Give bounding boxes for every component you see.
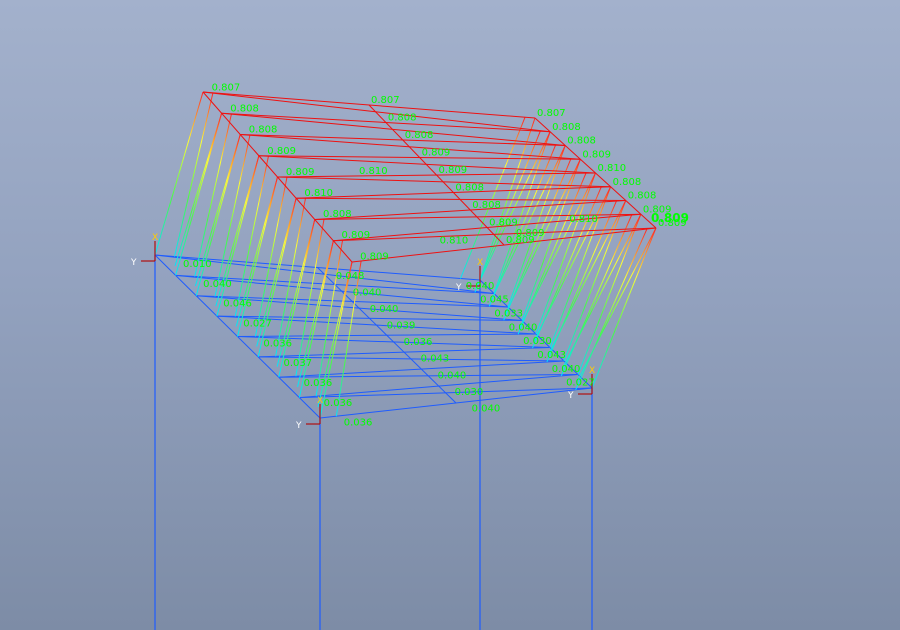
deformed-displacement-label: 0.807 <box>371 95 400 106</box>
undeformed-member-mid-member <box>386 334 405 353</box>
undeformed-displacement-label: 0.037 <box>283 358 312 369</box>
deformed-displacement-label: 0.809 <box>582 149 611 160</box>
undeformed-displacement-label: 0.040 <box>552 364 581 375</box>
deformed-displacement-label: 0.808 <box>405 130 434 141</box>
axis-x-label: X <box>152 233 158 243</box>
axis-x-label: X <box>317 396 323 406</box>
deformed-displacement-label: 0.809 <box>439 165 468 176</box>
deformed-displacement-label: 0.807 <box>537 108 566 119</box>
deformed-member-brace <box>277 176 611 188</box>
undeformed-displacement-label: 0.036 <box>324 398 353 409</box>
deformed-displacement-label: 0.809 <box>422 148 451 159</box>
deformed-displacement-label: 0.808 <box>628 191 657 202</box>
undeformed-member-mid-member <box>438 385 457 404</box>
deformation-link <box>174 92 214 257</box>
undeformed-member-mid-member <box>403 351 422 370</box>
deformation-link <box>533 186 612 342</box>
deformed-member-mid-member <box>419 157 437 176</box>
undeformed-member-mid-member <box>369 317 388 336</box>
undeformed-displacement-label: 0.036 <box>344 418 373 429</box>
deformed-displacement-label: 0.808 <box>249 125 278 136</box>
undeformed-displacement-label: 0.040 <box>203 279 232 290</box>
support-1: XY <box>130 233 158 268</box>
axis-y-label: Y <box>455 283 462 293</box>
deformed-member-mid-member <box>368 104 387 123</box>
deformed-displacement-label: 0.810 <box>304 188 333 199</box>
undeformed-displacement-label: 0.040 <box>438 370 467 381</box>
deformed-displacement-label: 0.808 <box>552 122 581 133</box>
axis-x-label: X <box>589 366 595 376</box>
deformation-link <box>591 227 657 389</box>
support-4: XY <box>295 396 323 431</box>
max-displacement-label: 0.809 <box>651 211 689 225</box>
undeformed-displacement-label: 0.030 <box>523 336 552 347</box>
deformed-displacement-label: 0.809 <box>267 146 296 157</box>
axis-x-label: X <box>477 258 483 268</box>
deformed-displacement-label: 0.809 <box>342 230 371 241</box>
axis-y-label: Y <box>567 391 574 401</box>
deformed-displacement-label: 0.808 <box>230 104 259 115</box>
deformation-link <box>154 91 204 256</box>
undeformed-displacement-label: 0.030 <box>455 387 484 398</box>
undeformed-displacement-label: 0.045 <box>480 295 509 306</box>
deformation-link <box>194 113 232 277</box>
deformed-displacement-label: 0.808 <box>388 113 417 124</box>
deformed-displacement-label: 0.809 <box>489 218 518 229</box>
undeformed-displacement-label: 0.040 <box>466 281 495 292</box>
undeformed-displacement-label: 0.043 <box>421 354 450 365</box>
undeformed-displacement-label: 0.027 <box>243 318 272 329</box>
deformed-displacement-label: 0.808 <box>567 136 596 147</box>
deformed-displacement-label: 0.808 <box>455 183 484 194</box>
undeformed-displacement-label: 0.010 <box>183 259 212 270</box>
undeformed-displacement-label: 0.048 <box>336 271 365 282</box>
model-viewport[interactable]: XYXYXYXY 0.807 0.807 0.807 0.808 0.808 0.808 0… <box>0 0 900 630</box>
deformed-displacement-label: 0.808 <box>613 177 642 188</box>
deformed-displacement-label: 0.808 <box>323 209 352 220</box>
undeformed-displacement-label: 0.040 <box>370 304 399 315</box>
deformed-displacement-label: 0.810 <box>598 163 627 174</box>
deformed-frame <box>202 91 657 263</box>
deformed-member-mid-member <box>436 174 454 193</box>
undeformed-displacement-label: 0.036 <box>304 378 333 389</box>
deformed-displacement-label: 0.807 <box>212 83 241 94</box>
undeformed-displacement-label: 0.036 <box>404 337 433 348</box>
undeformed-member-mid-member <box>421 368 440 387</box>
deformed-displacement-label: 0.808 <box>472 200 501 211</box>
undeformed-displacement-label: 0.039 <box>387 321 416 332</box>
undeformed-displacement-label: 0.033 <box>494 308 523 319</box>
deformation-link <box>216 155 260 317</box>
undeformed-displacement-label: 0.043 <box>537 350 566 361</box>
deformation-link <box>519 172 596 328</box>
deformation-link <box>577 214 642 375</box>
deformed-displacement-label: 0.810 <box>569 214 598 225</box>
deformed-member-mid-member <box>402 139 420 158</box>
axis-y-label: Y <box>295 421 302 431</box>
deformed-displacement-label: 0.810 <box>359 166 388 177</box>
undeformed-displacement-label: 0.036 <box>263 338 292 349</box>
deformed-member-mid-member <box>453 192 471 211</box>
deformed-displacement-label: 0.809 <box>360 251 389 262</box>
undeformed-displacement-label: 0.027 <box>566 378 595 389</box>
undeformed-displacement-label: 0.040 <box>353 287 382 298</box>
deformed-displacement-label: 0.809 <box>286 167 315 178</box>
deformation-link <box>535 172 596 335</box>
deformation-link <box>575 228 648 391</box>
axis-y-label: Y <box>130 258 137 268</box>
deformed-member-brace <box>333 227 657 242</box>
deformation-link <box>195 134 241 296</box>
deformed-member-mid-member <box>385 122 404 141</box>
undeformed-displacement-label: 0.046 <box>223 299 252 310</box>
displacement-labels: 0.807 0.807 0.807 0.808 0.808 0.808 0.808 0.808… <box>183 83 689 429</box>
undeformed-displacement-label: 0.040 <box>472 404 501 415</box>
undeformed-displacement-label: 0.040 <box>509 322 538 333</box>
deformed-displacement-label: 0.810 <box>440 236 469 247</box>
deformed-displacement-label: 0.809 <box>516 228 545 239</box>
frame-deformation-diagram: XY XYXYXY 0.8070.8070.8070.8080.8080.8080… <box>130 83 689 630</box>
deformation-link <box>549 186 612 348</box>
deformation-link <box>175 113 223 276</box>
